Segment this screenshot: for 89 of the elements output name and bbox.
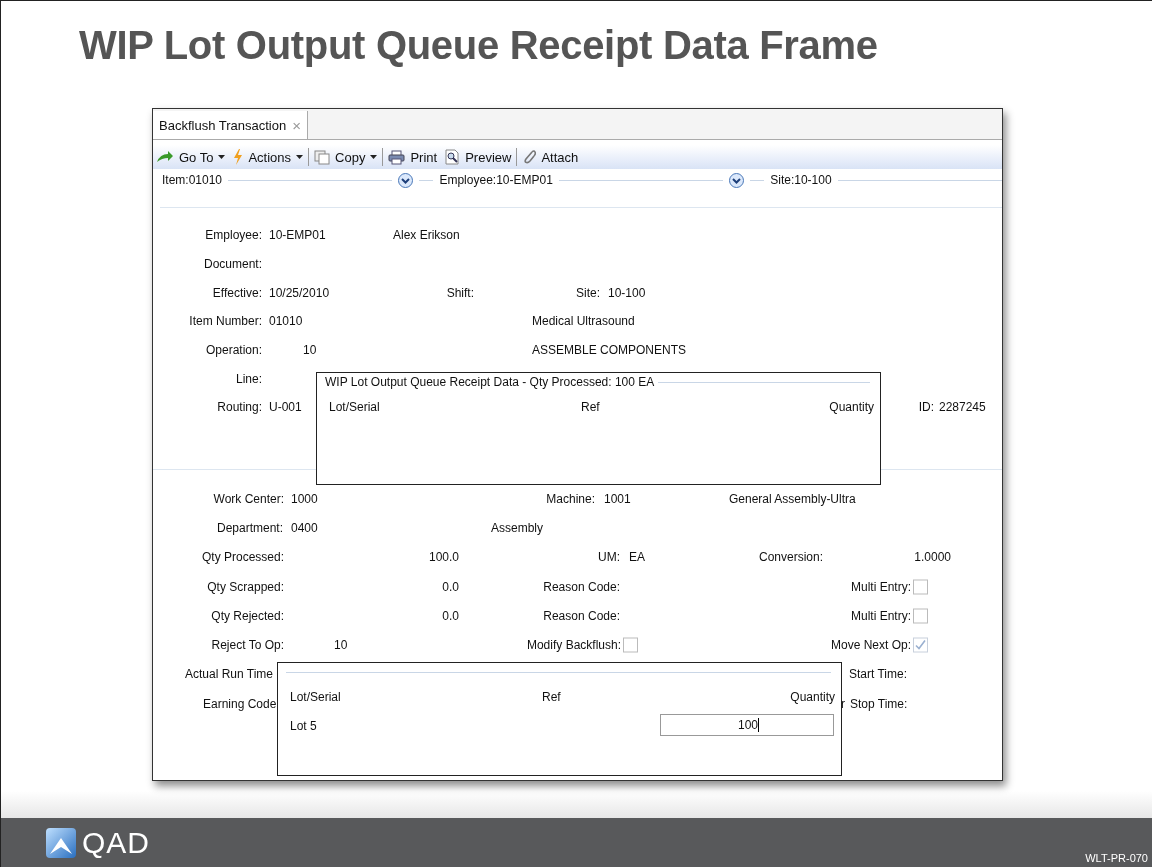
field-text: Medical Ultrasound xyxy=(532,314,635,329)
logo-text: QAD xyxy=(82,825,150,860)
field-label: Item Number: xyxy=(189,314,262,329)
field-value: 10/25/2010 xyxy=(269,285,330,300)
field-value: 01010 xyxy=(269,314,303,329)
field-label: Qty Scrapped: xyxy=(207,579,284,594)
toolbar-button[interactable]: Actions xyxy=(230,146,307,168)
toolbar-button[interactable]: Preview xyxy=(442,146,515,168)
toolbar-button[interactable]: Go To xyxy=(153,146,229,168)
caret-icon xyxy=(296,155,304,159)
lightning-icon xyxy=(233,149,244,165)
tab[interactable]: Backflush Transaction × xyxy=(153,111,308,139)
checkbox[interactable] xyxy=(913,579,928,595)
filter-label: Employee:10-EMP01 xyxy=(439,173,553,187)
field-value: 0400 xyxy=(291,520,318,535)
field-text: Stop Time: xyxy=(850,696,908,711)
field-label: Operation: xyxy=(205,343,262,358)
printer-icon xyxy=(388,149,406,165)
filter-label: Item:01010 xyxy=(162,173,223,187)
checkbox-label: Modify Backflush: xyxy=(526,638,621,653)
caret-icon xyxy=(370,155,378,159)
field-value: 1001 xyxy=(604,491,631,506)
field-label: Effective: xyxy=(212,285,262,300)
field-label: Employee: xyxy=(205,228,262,243)
field-value: 2287245 xyxy=(939,400,986,415)
filter-label: Site:10-100 xyxy=(770,173,832,187)
column-header: Lot/Serial xyxy=(329,400,380,414)
field-value: EA xyxy=(629,550,645,565)
field-label: Reason Code: xyxy=(543,579,620,594)
quantity-input[interactable]: 100 xyxy=(660,714,834,736)
field-value: 10-100 xyxy=(608,285,646,300)
copy-icon xyxy=(314,149,331,165)
checkbox-label: Multi Entry: xyxy=(851,579,911,594)
checkbox-label: Move Next Op: xyxy=(830,638,911,653)
field-text: Assembly xyxy=(491,520,543,535)
field-label: Department: xyxy=(216,520,283,535)
field-value: 1000 xyxy=(291,491,318,506)
caret-icon xyxy=(218,155,226,159)
column-header: Ref xyxy=(581,400,600,414)
field-text: ASSEMBLE COMPONENTS xyxy=(532,343,687,358)
field-label: Reason Code: xyxy=(543,608,620,623)
field-text: General Assembly-Ultra xyxy=(729,491,856,506)
column-header: Ref xyxy=(542,690,561,704)
field-value: 0.0 xyxy=(442,608,459,623)
field-value: 10-EMP01 xyxy=(269,228,326,243)
toolbar-button[interactable]: Print xyxy=(385,146,441,168)
arrow-icon xyxy=(156,151,174,163)
field-value: 10 xyxy=(334,638,348,653)
field-label: UM: xyxy=(598,550,620,565)
preview-icon xyxy=(445,149,461,165)
field-value: 100.0 xyxy=(428,550,459,565)
expand-icon[interactable] xyxy=(398,172,414,188)
field-text: r xyxy=(841,696,845,711)
field-label: Line: xyxy=(235,371,262,386)
field-label: Site: xyxy=(576,285,600,300)
field-text: Alex Erikson xyxy=(393,228,460,243)
field-label: Routing: xyxy=(217,400,262,415)
field-label: Work Center: xyxy=(213,491,284,506)
field-label: Qty Processed: xyxy=(201,550,284,565)
column-header: Lot/Serial xyxy=(290,690,341,704)
field-text: Start Time: xyxy=(849,667,907,682)
dialog-title: WIP Lot Output Queue Receipt Data - Qty Processed: 100 EA xyxy=(325,375,655,389)
field-text: Earning Code xyxy=(203,696,277,711)
table-cell: Lot 5 xyxy=(290,719,317,733)
slide-title: WIP Lot Output Queue Receipt Data Frame xyxy=(79,23,878,68)
checkbox-label: Multi Entry: xyxy=(851,608,911,623)
field-value: 0.0 xyxy=(442,579,459,594)
toolbar-button[interactable]: Attach xyxy=(519,146,582,168)
paperclip-icon xyxy=(522,149,537,165)
field-value: 1.0000 xyxy=(914,550,951,565)
expand-icon[interactable] xyxy=(729,172,745,188)
checkbox[interactable] xyxy=(623,637,638,653)
field-label: ID: xyxy=(918,400,934,415)
field-label: Reject To Op: xyxy=(211,638,284,653)
checkbox[interactable] xyxy=(913,608,928,624)
field-label: Shift: xyxy=(446,285,474,300)
slide-code: WLT-PR-070 xyxy=(1085,852,1148,864)
field-label: Document: xyxy=(203,257,262,272)
field-label: Machine: xyxy=(546,491,595,506)
column-header: Quantity xyxy=(829,400,874,414)
logo-icon xyxy=(46,827,76,858)
toolbar-button[interactable]: Copy xyxy=(311,146,381,168)
field-label: Qty Rejected: xyxy=(211,608,284,623)
field-label: Conversion: xyxy=(758,550,823,565)
column-header: Quantity xyxy=(790,690,835,704)
checkbox[interactable] xyxy=(913,637,928,653)
field-text: Actual Run Time xyxy=(185,667,274,682)
field-value: U-001 xyxy=(269,400,302,415)
field-value: 10 xyxy=(303,343,317,358)
